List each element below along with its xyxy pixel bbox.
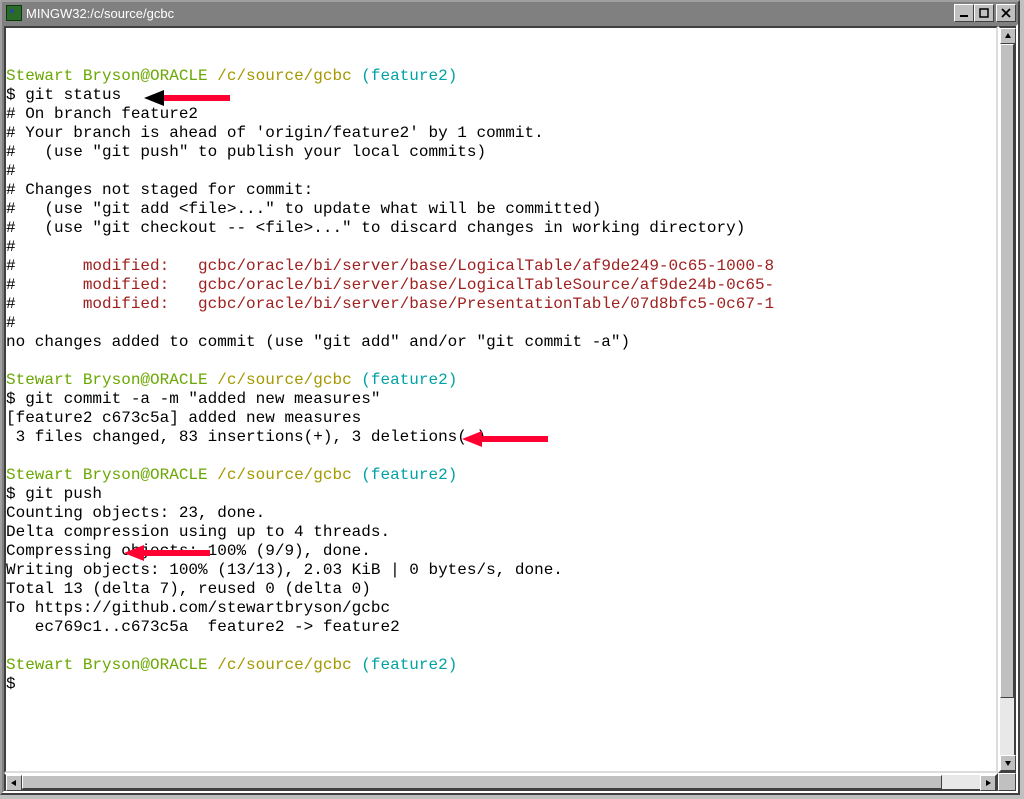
prompt-path: /c/source/gcbc bbox=[217, 67, 351, 85]
modified-label: modified: bbox=[83, 276, 169, 294]
window-control-buttons bbox=[954, 4, 1016, 22]
size-grip[interactable] bbox=[998, 773, 1016, 791]
prompt-branch: (feature2) bbox=[361, 466, 457, 484]
modified-gap bbox=[169, 276, 198, 294]
modified-label: modified: bbox=[83, 295, 169, 313]
scroll-up-button[interactable] bbox=[1000, 28, 1016, 44]
window-frame: MINGW32:/c/source/gcbc Stewart Bryson@OR… bbox=[0, 0, 1020, 795]
push-output: Writing objects: 100% (13/13), 2.03 KiB … bbox=[6, 561, 563, 579]
vertical-scrollbar[interactable] bbox=[998, 26, 1016, 773]
close-icon bbox=[1001, 8, 1011, 18]
push-output: Total 13 (delta 7), reused 0 (delta 0) bbox=[6, 580, 371, 598]
push-output: Compressing objects: 100% (9/9), done. bbox=[6, 542, 371, 560]
maximize-button[interactable] bbox=[974, 4, 994, 22]
status-line: # Your branch is ahead of 'origin/featur… bbox=[6, 124, 544, 142]
modified-gap bbox=[169, 257, 198, 275]
status-line: # Changes not staged for commit: bbox=[6, 181, 313, 199]
chevron-up-icon bbox=[1004, 32, 1012, 40]
terminal-content: Stewart Bryson@ORACLE /c/source/gcbc (fe… bbox=[6, 28, 996, 694]
prompt-branch: (feature2) bbox=[361, 371, 457, 389]
blank-line bbox=[6, 352, 16, 370]
status-line: no changes added to commit (use "git add… bbox=[6, 333, 630, 351]
close-button[interactable] bbox=[996, 4, 1016, 22]
scroll-right-button[interactable] bbox=[980, 775, 996, 791]
prompt-userhost: Stewart Bryson@ORACLE bbox=[6, 371, 208, 389]
modified-gap bbox=[169, 295, 198, 313]
scroll-track[interactable] bbox=[22, 775, 980, 789]
prompt-branch: (feature2) bbox=[361, 656, 457, 674]
modified-file: gcbc/oracle/bi/server/base/LogicalTable/… bbox=[198, 257, 774, 275]
hscroll-row bbox=[4, 773, 1016, 791]
status-line: # bbox=[6, 162, 16, 180]
push-output: Delta compression using up to 4 threads. bbox=[6, 523, 390, 541]
prompt-userhost: Stewart Bryson@ORACLE bbox=[6, 656, 208, 674]
horizontal-scrollbar[interactable] bbox=[4, 773, 998, 791]
scroll-track[interactable] bbox=[1000, 44, 1014, 755]
prompt-dollar: $ bbox=[6, 675, 16, 693]
commit-output: 3 files changed, 83 insertions(+), 3 del… bbox=[6, 428, 486, 446]
chevron-down-icon bbox=[1004, 759, 1012, 767]
modified-file: gcbc/oracle/bi/server/base/PresentationT… bbox=[198, 295, 774, 313]
status-line: # (use "git add <file>..." to update wha… bbox=[6, 200, 601, 218]
modified-label: modified: bbox=[83, 257, 169, 275]
cmd-git-push: $ git push bbox=[6, 485, 102, 503]
blank-line bbox=[6, 637, 16, 655]
cmd-git-status: $ git status bbox=[6, 86, 121, 104]
empty-line bbox=[6, 48, 16, 66]
status-line: # bbox=[6, 238, 16, 256]
cmd-git-commit: $ git commit -a -m "added new measures" bbox=[6, 390, 380, 408]
scroll-down-button[interactable] bbox=[1000, 755, 1016, 771]
status-line: # On branch feature2 bbox=[6, 105, 198, 123]
push-output: Counting objects: 23, done. bbox=[6, 504, 265, 522]
prompt-userhost: Stewart Bryson@ORACLE bbox=[6, 67, 208, 85]
terminal-viewport[interactable]: Stewart Bryson@ORACLE /c/source/gcbc (fe… bbox=[4, 26, 998, 773]
client-area: Stewart Bryson@ORACLE /c/source/gcbc (fe… bbox=[2, 24, 1018, 793]
chevron-left-icon bbox=[10, 779, 18, 787]
app-icon bbox=[6, 5, 22, 21]
status-line: # (use "git push" to publish your local … bbox=[6, 143, 486, 161]
push-output: To https://github.com/stewartbryson/gcbc bbox=[6, 599, 390, 617]
prompt-path: /c/source/gcbc bbox=[217, 656, 351, 674]
blank-line bbox=[6, 447, 16, 465]
window-title: MINGW32:/c/source/gcbc bbox=[26, 6, 954, 21]
prompt-path: /c/source/gcbc bbox=[217, 371, 351, 389]
status-hash: # bbox=[6, 295, 83, 313]
titlebar[interactable]: MINGW32:/c/source/gcbc bbox=[2, 2, 1018, 24]
status-line: # (use "git checkout -- <file>..." to di… bbox=[6, 219, 745, 237]
maximize-icon bbox=[979, 8, 989, 18]
scroll-left-button[interactable] bbox=[6, 775, 22, 791]
minimize-icon bbox=[959, 8, 969, 18]
commit-output: [feature2 c673c5a] added new measures bbox=[6, 409, 361, 427]
modified-file: gcbc/oracle/bi/server/base/LogicalTableS… bbox=[198, 276, 774, 294]
prompt-userhost: Stewart Bryson@ORACLE bbox=[6, 466, 208, 484]
scroll-thumb[interactable] bbox=[22, 775, 942, 789]
status-line: # bbox=[6, 314, 16, 332]
prompt-path: /c/source/gcbc bbox=[217, 466, 351, 484]
minimize-button[interactable] bbox=[954, 4, 974, 22]
status-hash: # bbox=[6, 257, 83, 275]
scroll-thumb[interactable] bbox=[1000, 44, 1014, 698]
prompt-branch: (feature2) bbox=[361, 67, 457, 85]
chevron-right-icon bbox=[984, 779, 992, 787]
push-output: ec769c1..c673c5a feature2 -> feature2 bbox=[6, 618, 400, 636]
status-hash: # bbox=[6, 276, 83, 294]
